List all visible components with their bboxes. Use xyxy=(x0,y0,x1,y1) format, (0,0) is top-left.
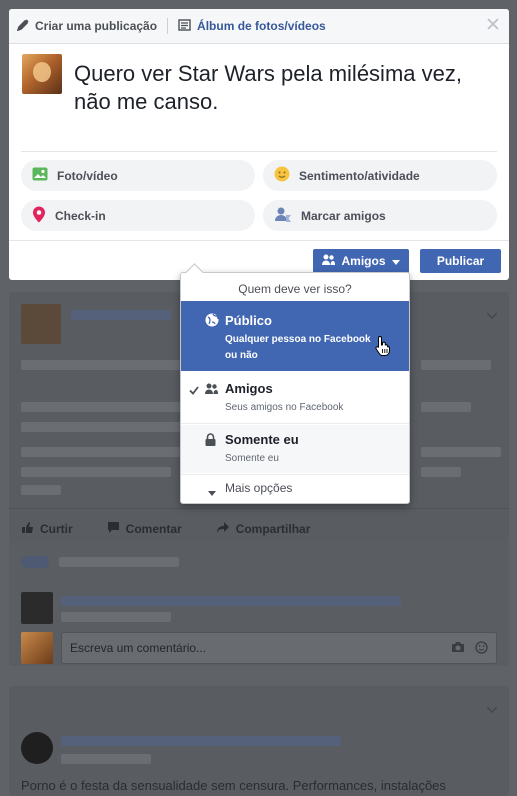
privacy-option-subtitle: Qualquer pessoa no Facebook ou não xyxy=(225,334,371,361)
comment-label: Comentar xyxy=(125,522,182,536)
menu-divider xyxy=(181,474,409,475)
tag-friends-icon xyxy=(274,206,292,225)
tab-photo-album[interactable]: Álbum de fotos/vídeos xyxy=(178,18,326,34)
pencil-icon xyxy=(16,18,29,34)
comment-placeholder: Escreva um comentário... xyxy=(70,641,207,655)
post-author-avatar xyxy=(21,732,53,764)
emoji-icon[interactable] xyxy=(475,641,488,657)
tab-divider xyxy=(167,18,169,34)
chevron-down-icon[interactable] xyxy=(486,702,498,716)
composer-body: Quero ver Star Wars pela milésima vez, n… xyxy=(9,44,509,154)
privacy-option-subtitle: Seus amigos no Facebook xyxy=(225,402,344,413)
blurred-text xyxy=(421,467,461,477)
publish-button[interactable]: Publicar xyxy=(420,249,501,273)
like-label: Curtir xyxy=(40,522,73,536)
share-button[interactable]: Compartilhar xyxy=(216,521,311,537)
divider xyxy=(21,151,497,152)
composer-tabs: Criar uma publicação Álbum de fotos/víde… xyxy=(9,9,509,44)
share-icon xyxy=(216,521,230,537)
blurred-text xyxy=(21,402,186,412)
tab-album-label: Álbum de fotos/vídeos xyxy=(197,19,326,33)
blurred-text xyxy=(21,447,181,457)
post-composer: Criar uma publicação Álbum de fotos/víde… xyxy=(9,9,509,280)
location-pin-icon xyxy=(32,206,46,226)
tag-friends-button[interactable]: Marcar amigos xyxy=(263,200,497,231)
smiley-icon xyxy=(274,166,290,185)
post-actions: Curtir Comentar Compartilhar xyxy=(9,508,509,540)
feeling-activity-button[interactable]: Sentimento/atividade xyxy=(263,160,497,191)
privacy-option-title: Amigos xyxy=(225,381,273,396)
comment-input[interactable]: Escreva um comentário... xyxy=(61,632,497,664)
menu-divider xyxy=(181,423,409,424)
camera-icon[interactable] xyxy=(451,641,465,657)
comment-icon xyxy=(107,521,120,537)
privacy-option-only-me[interactable]: Somente eu Somente eu xyxy=(181,425,409,473)
photo-icon xyxy=(32,167,48,184)
caret-down-icon xyxy=(391,254,400,268)
post-author-avatar xyxy=(21,304,61,344)
check-in-button[interactable]: Check-in xyxy=(21,200,255,231)
blurred-text xyxy=(21,485,61,495)
blurred-text xyxy=(61,736,341,746)
caret-down-icon xyxy=(208,485,216,499)
audience-selector-button[interactable]: Amigos xyxy=(313,249,409,273)
privacy-menu-header: Quem deve ver isso? xyxy=(238,282,352,296)
hand-cursor-icon xyxy=(375,335,391,360)
privacy-option-title: Somente eu xyxy=(225,432,299,447)
privacy-option-title: Público xyxy=(225,313,272,328)
commenter-avatar xyxy=(21,592,53,624)
check-in-label: Check-in xyxy=(55,208,106,223)
blurred-text xyxy=(59,557,179,567)
share-label: Compartilhar xyxy=(235,522,311,536)
feeling-activity-label: Sentimento/atividade xyxy=(299,168,420,183)
tab-create-label: Criar uma publicação xyxy=(35,19,158,33)
friends-icon xyxy=(322,254,336,268)
reaction-icons xyxy=(21,556,49,568)
lock-icon xyxy=(205,433,216,449)
feed-post-card-2: Porno é o festa da sensualidade sem cens… xyxy=(9,686,509,796)
blurred-text xyxy=(61,596,401,606)
tab-create-post[interactable]: Criar uma publicação xyxy=(16,18,158,34)
checkmark-icon xyxy=(189,384,199,398)
thumbs-up-icon xyxy=(21,521,34,537)
chevron-down-icon[interactable] xyxy=(486,308,498,322)
like-button[interactable]: Curtir xyxy=(21,521,73,537)
album-icon xyxy=(178,18,191,34)
blurred-text xyxy=(421,402,471,412)
privacy-option-friends[interactable]: Amigos Seus amigos no Facebook xyxy=(181,373,409,423)
close-icon[interactable] xyxy=(486,17,500,34)
blurred-text xyxy=(61,612,171,622)
globe-icon xyxy=(205,313,219,330)
privacy-menu: Quem deve ver isso? Público Qualquer pes… xyxy=(180,272,410,504)
audience-label: Amigos xyxy=(341,254,386,268)
photo-video-label: Foto/vídeo xyxy=(57,168,118,183)
blurred-text xyxy=(71,310,171,320)
tag-friends-label: Marcar amigos xyxy=(301,208,386,223)
user-avatar-small xyxy=(21,632,53,664)
more-options-link[interactable]: Mais opções xyxy=(225,481,292,495)
blurred-text xyxy=(421,360,491,370)
photo-video-button[interactable]: Foto/vídeo xyxy=(21,160,255,191)
blurred-text xyxy=(21,422,181,432)
privacy-option-subtitle: Somente eu xyxy=(225,453,279,464)
second-post-text: Porno é o festa da sensualidade sem cens… xyxy=(21,778,446,793)
friends-icon xyxy=(205,383,218,397)
avatar xyxy=(22,54,62,94)
blurred-text xyxy=(21,467,171,477)
comment-button[interactable]: Comentar xyxy=(107,521,182,537)
post-text-input[interactable]: Quero ver Star Wars pela milésima vez, n… xyxy=(74,60,494,116)
blurred-text xyxy=(421,447,501,457)
blurred-text xyxy=(61,754,151,764)
blurred-text xyxy=(21,360,181,370)
